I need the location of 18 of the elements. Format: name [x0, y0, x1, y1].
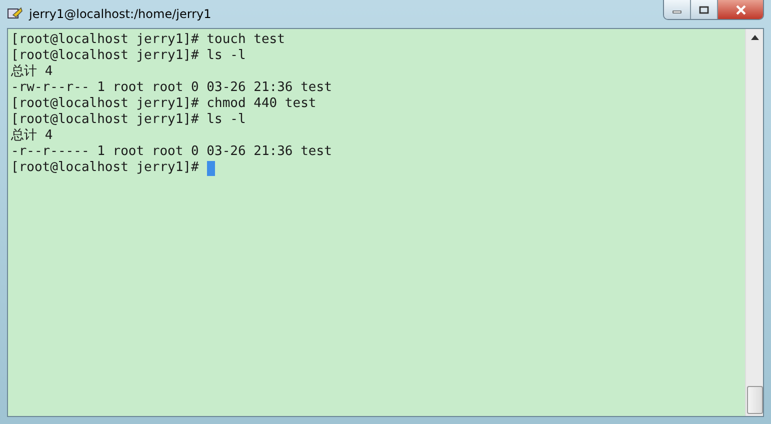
- scroll-up-icon[interactable]: [750, 35, 758, 40]
- terminal-line: [root@localhost jerry1]# ls -l: [11, 112, 246, 128]
- minimize-button[interactable]: [664, 0, 691, 19]
- terminal-line: -r--r----- 1 root root 0 03-26 21:36 test: [11, 144, 332, 160]
- close-icon[interactable]: [734, 4, 746, 14]
- close-button[interactable]: [718, 0, 763, 19]
- terminal-line: [root@localhost jerry1]# touch test: [11, 32, 285, 48]
- terminal-line: -rw-r--r-- 1 root root 0 03-26 21:36 test: [11, 80, 332, 96]
- terminal-line: [root@localhost jerry1]#: [11, 160, 200, 176]
- terminal-line: 总计 4: [11, 64, 53, 80]
- scrollbar[interactable]: [745, 29, 763, 416]
- maximize-button[interactable]: [691, 0, 718, 19]
- terminal-line: [root@localhost jerry1]# chmod 440 test: [11, 96, 316, 112]
- window-title: jerry1@localhost:/home/jerry1: [29, 7, 212, 21]
- maximize-icon[interactable]: [699, 6, 709, 14]
- terminal-line: 总计 4: [11, 128, 53, 144]
- terminal-line: [root@localhost jerry1]# ls -l: [11, 48, 246, 64]
- scrollbar-thumb[interactable]: [746, 386, 762, 414]
